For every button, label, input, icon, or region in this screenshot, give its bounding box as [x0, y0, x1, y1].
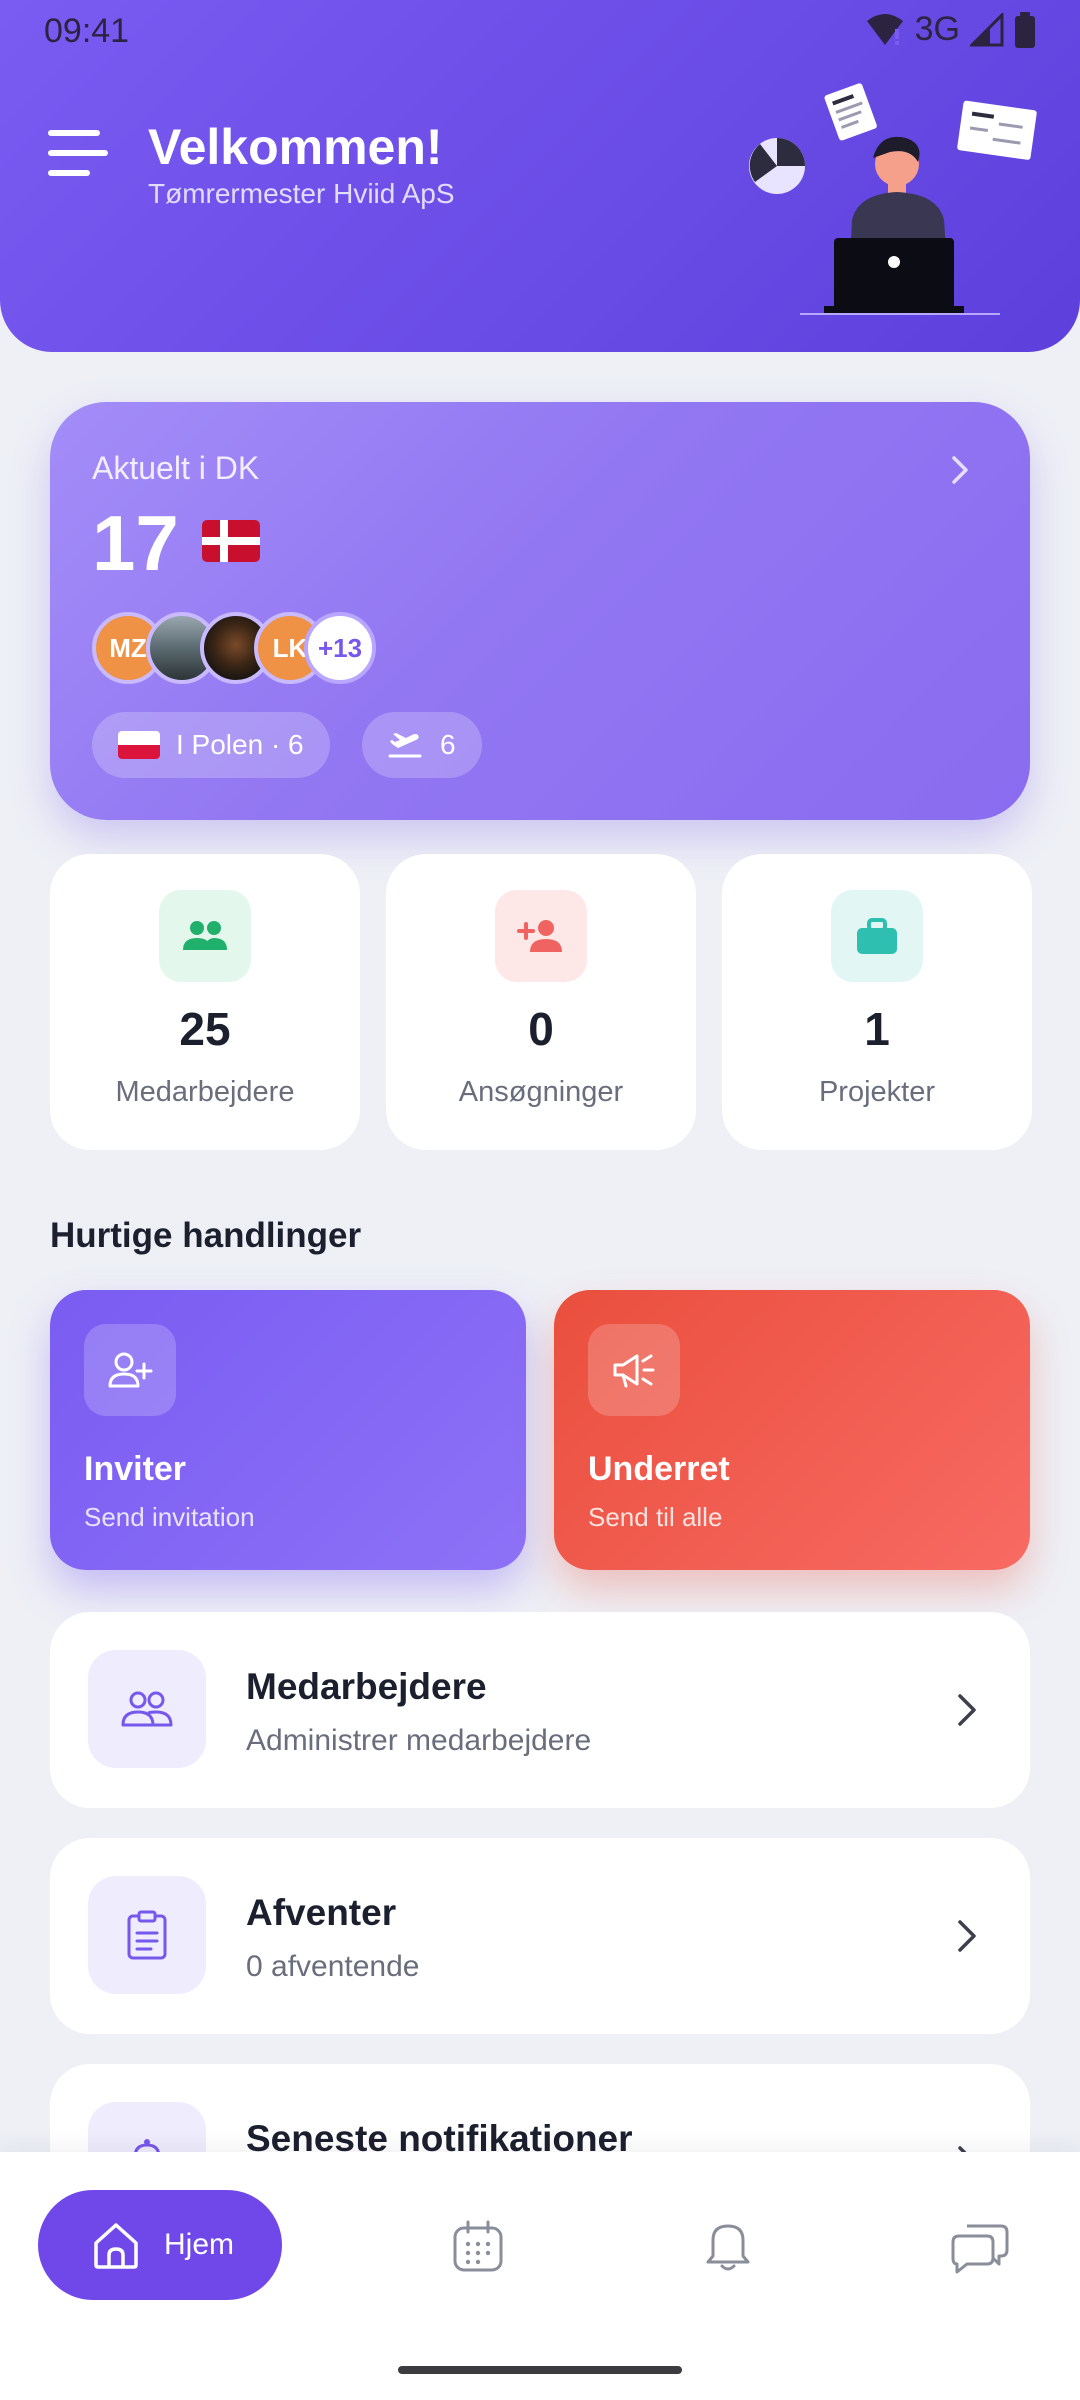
- person-add-icon: [495, 890, 587, 982]
- invite-title: Inviter: [84, 1450, 187, 1488]
- status-bar: 09:41 3G: [0, 0, 1080, 60]
- bottom-navigation: Hjem: [0, 2152, 1080, 2400]
- header: 09:41 3G Velkommen! Tømrermester Hviid A…: [0, 0, 1080, 352]
- notify-all-button[interactable]: Underret Send til alle: [554, 1290, 1030, 1570]
- people-icon: [159, 890, 251, 982]
- airplane-takeoff-icon: [388, 733, 422, 758]
- traveling-count: 6: [440, 729, 456, 760]
- stat-label: Medarbejdere: [115, 1076, 295, 1108]
- signal-icon: [970, 12, 1004, 46]
- row-title: Afventer: [246, 1892, 397, 1933]
- traveling-chip[interactable]: 6: [362, 712, 482, 778]
- people-outline-icon: [88, 1650, 206, 1768]
- status-icons: 3G: [865, 10, 1036, 49]
- chat-icon: [951, 2224, 1009, 2274]
- chevron-right-icon: [958, 1920, 976, 1952]
- battery-icon: [1015, 11, 1035, 48]
- notify-title: Underret: [588, 1450, 730, 1488]
- chevron-right-icon: [958, 1694, 976, 1726]
- person-at-laptop-illustration: [749, 83, 1037, 315]
- hero-title: Aktuelt i DK: [92, 450, 260, 486]
- avatar-more-count: +13: [304, 612, 376, 684]
- hero-count: 17: [92, 499, 179, 587]
- wifi-icon: [866, 13, 903, 45]
- network-type: 3G: [914, 10, 960, 48]
- pending-row[interactable]: Afventer 0 afventende: [50, 1838, 1030, 2034]
- invite-button[interactable]: Inviter Send invitation: [50, 1290, 526, 1570]
- currently-in-dk-card[interactable]: Aktuelt i DK 17 MZ LK +13 I Polen · 6 6: [50, 402, 1030, 820]
- calendar-icon: [453, 2220, 503, 2272]
- stat-card-employees[interactable]: 25 Medarbejdere: [50, 854, 360, 1150]
- clipboard-icon: [88, 1876, 206, 1994]
- menu-line: [48, 150, 108, 156]
- nav-messages-tab[interactable]: [944, 2210, 1016, 2282]
- in-poland-chip[interactable]: I Polen · 6: [92, 712, 330, 778]
- briefcase-icon: [831, 890, 923, 982]
- menu-line: [48, 130, 100, 136]
- welcome-title: Velkommen!: [148, 119, 443, 175]
- stat-value: 25: [179, 1003, 231, 1055]
- menu-line: [48, 170, 90, 176]
- nav-calendar-tab[interactable]: [442, 2210, 514, 2282]
- stat-card-applications[interactable]: 0 Ansøgninger: [386, 854, 696, 1150]
- notify-subtitle: Send til alle: [588, 1502, 723, 1532]
- person-add-outline-icon: [84, 1324, 176, 1416]
- employees-row[interactable]: Medarbejdere Administrer medarbejdere: [50, 1612, 1030, 1808]
- nav-home-label: Hjem: [164, 2228, 235, 2261]
- poland-flag-icon: [118, 731, 160, 759]
- nav-notifications-tab[interactable]: [692, 2210, 764, 2282]
- chevron-right-icon: [952, 456, 968, 484]
- invite-subtitle: Send invitation: [84, 1502, 255, 1532]
- megaphone-icon: [588, 1324, 680, 1416]
- bell-icon: [706, 2224, 750, 2271]
- nav-home-tab[interactable]: Hjem: [38, 2190, 282, 2300]
- row-subtitle: 0 afventende: [246, 1950, 420, 1983]
- stat-card-projects[interactable]: 1 Projekter: [722, 854, 1032, 1150]
- status-time: 09:41: [44, 12, 130, 50]
- row-subtitle: Administrer medarbejdere: [246, 1724, 592, 1757]
- row-title: Medarbejdere: [246, 1666, 487, 1707]
- stat-value: 1: [864, 1003, 890, 1055]
- quick-actions-title: Hurtige handlinger: [50, 1216, 362, 1255]
- home-indicator[interactable]: [398, 2366, 682, 2374]
- stat-label: Projekter: [818, 1076, 936, 1108]
- menu-button[interactable]: [48, 130, 108, 182]
- stat-label: Ansøgninger: [458, 1076, 624, 1108]
- stat-value: 0: [528, 1003, 554, 1055]
- home-icon: [94, 2223, 138, 2269]
- denmark-flag-icon: [202, 520, 260, 562]
- in-poland-label: I Polen · 6: [176, 729, 304, 760]
- company-name: Tømrermester Hviid ApS: [148, 178, 455, 209]
